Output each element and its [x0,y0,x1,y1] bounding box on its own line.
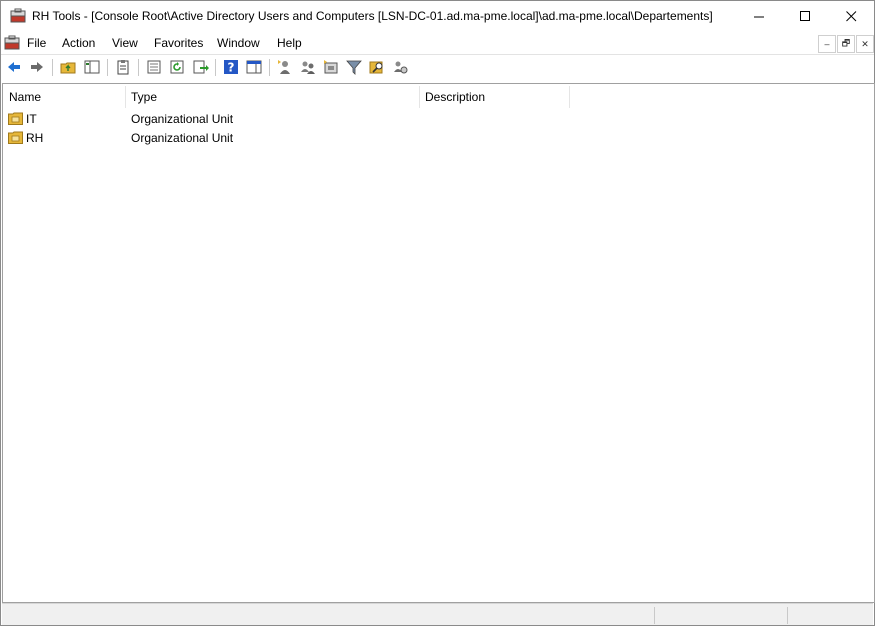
column-header-name[interactable]: Name [3,84,125,109]
status-divider [787,607,788,624]
menu-view[interactable]: View [112,36,138,50]
status-divider [654,607,655,624]
clipboard-icon[interactable] [115,59,131,75]
minimize-icon: – [824,39,830,49]
menu-file[interactable]: File [27,36,46,50]
restore-icon: 🗗 [841,38,851,48]
toolbar: ? [1,54,874,80]
maximize-icon [799,11,810,21]
app-toolbox-icon [10,8,26,23]
list-item[interactable]: RH Organizational Unit [3,129,603,148]
help-icon[interactable]: ? [223,59,239,75]
back-arrow-icon[interactable] [6,59,22,75]
column-divider[interactable] [569,86,570,108]
delegate-icon[interactable] [392,59,408,75]
organizational-unit-icon [8,112,23,125]
close-icon: ✕ [861,38,869,49]
menu-action[interactable]: Action [62,36,95,50]
column-header-row: Name Type Description [3,84,874,109]
close-icon [845,11,856,22]
maximize-button[interactable] [782,1,828,32]
svg-text:?: ? [228,61,235,75]
forward-arrow-icon[interactable] [29,59,45,75]
refresh-icon[interactable] [169,59,185,75]
item-name: RH [26,131,44,145]
toolbar-separator [107,59,108,76]
column-header-type[interactable]: Type [125,84,419,109]
toolbar-separator [215,59,216,76]
toolbar-separator [138,59,139,76]
item-name: IT [26,112,37,126]
item-type: Organizational Unit [131,131,234,145]
child-restore-button[interactable]: 🗗 [837,35,855,53]
mmc-window: RH Tools - [Console Root\Active Director… [0,0,875,626]
organizational-unit-icon [8,131,23,144]
app-toolbox-icon[interactable] [4,35,20,51]
export-list-icon[interactable] [193,59,209,75]
window-title: RH Tools - [Console Root\Active Director… [32,9,713,23]
toolbar-separator [269,59,270,76]
menu-bar: File Action View Favorites Window Help –… [1,32,874,54]
minimize-button[interactable] [736,1,782,32]
status-bar [2,603,873,625]
show-hide-tree-icon[interactable] [84,59,100,75]
result-pane[interactable]: Name Type Description IT Organizational … [2,83,875,603]
properties-icon[interactable] [146,59,162,75]
menu-favorites[interactable]: Favorites [154,36,203,50]
new-ou-icon[interactable] [323,59,339,75]
column-header-description[interactable]: Description [419,84,569,109]
child-minimize-button[interactable]: – [818,35,836,53]
list-item[interactable]: IT Organizational Unit [3,110,603,129]
child-close-button[interactable]: ✕ [856,35,874,53]
filter-icon[interactable] [346,59,362,75]
new-user-icon[interactable] [277,59,293,75]
close-button[interactable] [828,1,874,32]
menu-window[interactable]: Window [217,36,260,50]
new-group-icon[interactable] [300,59,316,75]
minimize-icon [753,16,764,18]
up-folder-icon[interactable] [60,59,76,75]
title-bar[interactable]: RH Tools - [Console Root\Active Director… [1,1,874,32]
item-type: Organizational Unit [131,112,234,126]
menu-help[interactable]: Help [277,36,302,50]
find-icon[interactable] [369,59,385,75]
action-pane-icon[interactable] [246,59,262,75]
toolbar-separator [52,59,53,76]
